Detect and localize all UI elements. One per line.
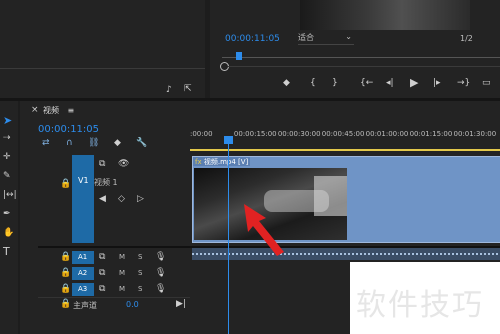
ruler-tick-label: 00:01:15:00 xyxy=(409,130,453,138)
track-name: A3 xyxy=(78,285,88,293)
waveform xyxy=(192,253,500,255)
red-arrow-annotation xyxy=(244,204,284,256)
ruler-tick-label: 00:00:15:00 xyxy=(233,130,277,138)
pen-tool-icon[interactable]: ✒ xyxy=(3,210,11,219)
master-label: 主声道 xyxy=(73,301,97,310)
sleeve-shape xyxy=(314,176,347,216)
playhead-line[interactable] xyxy=(224,136,234,334)
step-forward-icon[interactable]: |▸ xyxy=(433,79,441,88)
microphone-icon[interactable]: 🎙 xyxy=(155,285,166,294)
lock-icon[interactable]: 🔒 xyxy=(60,300,71,309)
mute-button[interactable]: M xyxy=(119,253,125,261)
watermark-text: 软件技巧 xyxy=(356,288,484,323)
audio-track-header-a2: 🔒 A2 ⧉ M S 🎙 xyxy=(38,266,188,282)
eye-icon[interactable]: 👁 xyxy=(118,160,129,169)
track-select-tool-icon[interactable]: ⇢ xyxy=(3,134,11,143)
close-icon[interactable]: × xyxy=(31,106,39,115)
timeline-tab-label: 视频 xyxy=(43,106,59,115)
sync-lock-icon[interactable]: ⧉ xyxy=(99,160,105,169)
track-name: A1 xyxy=(78,253,88,261)
work-area-bar[interactable] xyxy=(190,149,500,151)
lock-icon[interactable]: 🔒 xyxy=(60,253,71,262)
sync-lock-icon[interactable]: ⧉ xyxy=(99,269,105,278)
mute-button[interactable]: M xyxy=(119,269,125,277)
program-scrub-bar[interactable] xyxy=(222,57,500,58)
next-keyframe-icon[interactable]: ▷ xyxy=(137,195,144,204)
zoom-scroll-track[interactable] xyxy=(228,66,500,67)
audio-track-header-a1: 🔒 A1 ⧉ M S 🎙 xyxy=(38,250,188,266)
master-divider xyxy=(38,297,190,298)
clip-label-text: 视频.mp4 [V] xyxy=(203,158,249,166)
video-track-header-v1: 🔒 V1 ⧉ 👁 视频 1 ◀ ◇ ▷ xyxy=(38,155,188,245)
sync-lock-icon[interactable]: ⧉ xyxy=(99,253,105,262)
add-marker-icon[interactable]: ◆ xyxy=(283,79,290,88)
panel-menu-icon[interactable]: ≡ xyxy=(68,106,75,115)
linked-selection-icon[interactable]: ⛓ xyxy=(88,139,99,148)
lock-icon[interactable]: 🔒 xyxy=(60,285,71,294)
clip-v1[interactable]: fx 视频.mp4 [V] xyxy=(192,156,500,243)
track-label-v1: 视频 1 xyxy=(94,178,118,187)
source-divider xyxy=(0,68,205,69)
lock-icon[interactable]: 🔒 xyxy=(60,269,71,278)
microphone-icon[interactable]: 🎙 xyxy=(155,253,166,262)
ruler-tick-label: :00:00 xyxy=(190,130,213,138)
clip-label: fx 视频.mp4 [V] xyxy=(193,157,251,166)
step-back-icon[interactable]: ◂| xyxy=(386,79,394,88)
ripple-edit-tool-icon[interactable]: ✛ xyxy=(3,153,11,162)
microphone-icon[interactable]: 🎙 xyxy=(155,269,166,278)
ruler-tick-label: 00:01:00:00 xyxy=(365,130,409,138)
selection-tool-icon[interactable]: ➤ xyxy=(3,115,12,126)
music-note-icon[interactable]: ♪ xyxy=(166,86,172,95)
fx-icon: fx xyxy=(195,158,202,166)
track-target-a3[interactable]: A3 xyxy=(72,283,94,296)
timeline-tab[interactable]: 视频 ≡ xyxy=(43,105,74,116)
ruler-tick-label: 00:01:30:00 xyxy=(453,130,497,138)
mark-out-icon[interactable]: } xyxy=(332,79,338,88)
mute-button[interactable]: M xyxy=(119,285,125,293)
track-name-v1: V1 xyxy=(78,176,89,185)
audio-clip-a1[interactable] xyxy=(192,248,500,260)
resolution-fraction[interactable]: 1/2 xyxy=(460,34,473,43)
lock-icon[interactable]: 🔒 xyxy=(60,180,71,189)
program-video-frame xyxy=(300,0,470,30)
lift-icon[interactable]: ▭ xyxy=(482,79,491,88)
go-to-in-icon[interactable]: {← xyxy=(360,79,373,88)
mark-in-icon[interactable]: { xyxy=(310,79,316,88)
program-playhead-marker[interactable] xyxy=(236,52,242,60)
razor-tool-icon[interactable]: ✎ xyxy=(3,172,11,181)
snap-icon[interactable]: ∩ xyxy=(66,139,73,148)
nest-sequence-icon[interactable]: ⇄ xyxy=(42,139,50,148)
program-timecode[interactable]: 00:00:11:05 xyxy=(225,34,280,44)
fit-select[interactable]: 适合 ⌄ xyxy=(298,32,354,45)
track-target-a2[interactable]: A2 xyxy=(72,267,94,280)
solo-button[interactable]: S xyxy=(138,269,142,277)
prev-keyframe-icon[interactable]: ◀ xyxy=(99,195,106,204)
solo-button[interactable]: S xyxy=(138,253,142,261)
timeline-timecode[interactable]: 00:00:11:05 xyxy=(38,124,99,135)
track-target-v1[interactable]: V1 xyxy=(72,155,94,243)
go-to-out-icon[interactable]: →} xyxy=(457,79,470,88)
playhead-handle[interactable] xyxy=(224,136,234,144)
hand-tool-icon[interactable]: ✋ xyxy=(3,229,14,238)
wrench-icon[interactable]: 🔧 xyxy=(136,139,147,148)
play-icon[interactable]: ▶ xyxy=(410,77,418,88)
master-value[interactable]: 0.0 xyxy=(126,300,139,309)
solo-button[interactable]: S xyxy=(138,285,142,293)
ruler-tick-label: 00:00:45:00 xyxy=(321,130,365,138)
ruler-tick-label: 00:00:30:00 xyxy=(277,130,321,138)
track-target-a1[interactable]: A1 xyxy=(72,251,94,264)
add-marker-icon[interactable]: ◆ xyxy=(114,139,121,148)
export-frame-icon[interactable]: ⇱ xyxy=(184,85,192,94)
type-tool-icon[interactable]: T xyxy=(3,246,10,257)
audio-track-header-a3: 🔒 A3 ⧉ M S 🎙 xyxy=(38,282,188,298)
go-to-end-icon[interactable]: ▶| xyxy=(176,300,186,309)
source-monitor-panel xyxy=(0,0,205,98)
track-name: A2 xyxy=(78,269,88,277)
keyframe-icon[interactable]: ◇ xyxy=(118,195,125,204)
time-ruler[interactable]: :00:00 00:00:15:00 00:00:30:00 00:00:45:00 0… xyxy=(190,124,500,154)
sync-lock-icon[interactable]: ⧉ xyxy=(99,285,105,294)
slip-tool-icon[interactable]: |↔| xyxy=(3,191,17,200)
fit-select-value: 适合 xyxy=(298,33,314,42)
chevron-down-icon: ⌄ xyxy=(345,32,352,41)
